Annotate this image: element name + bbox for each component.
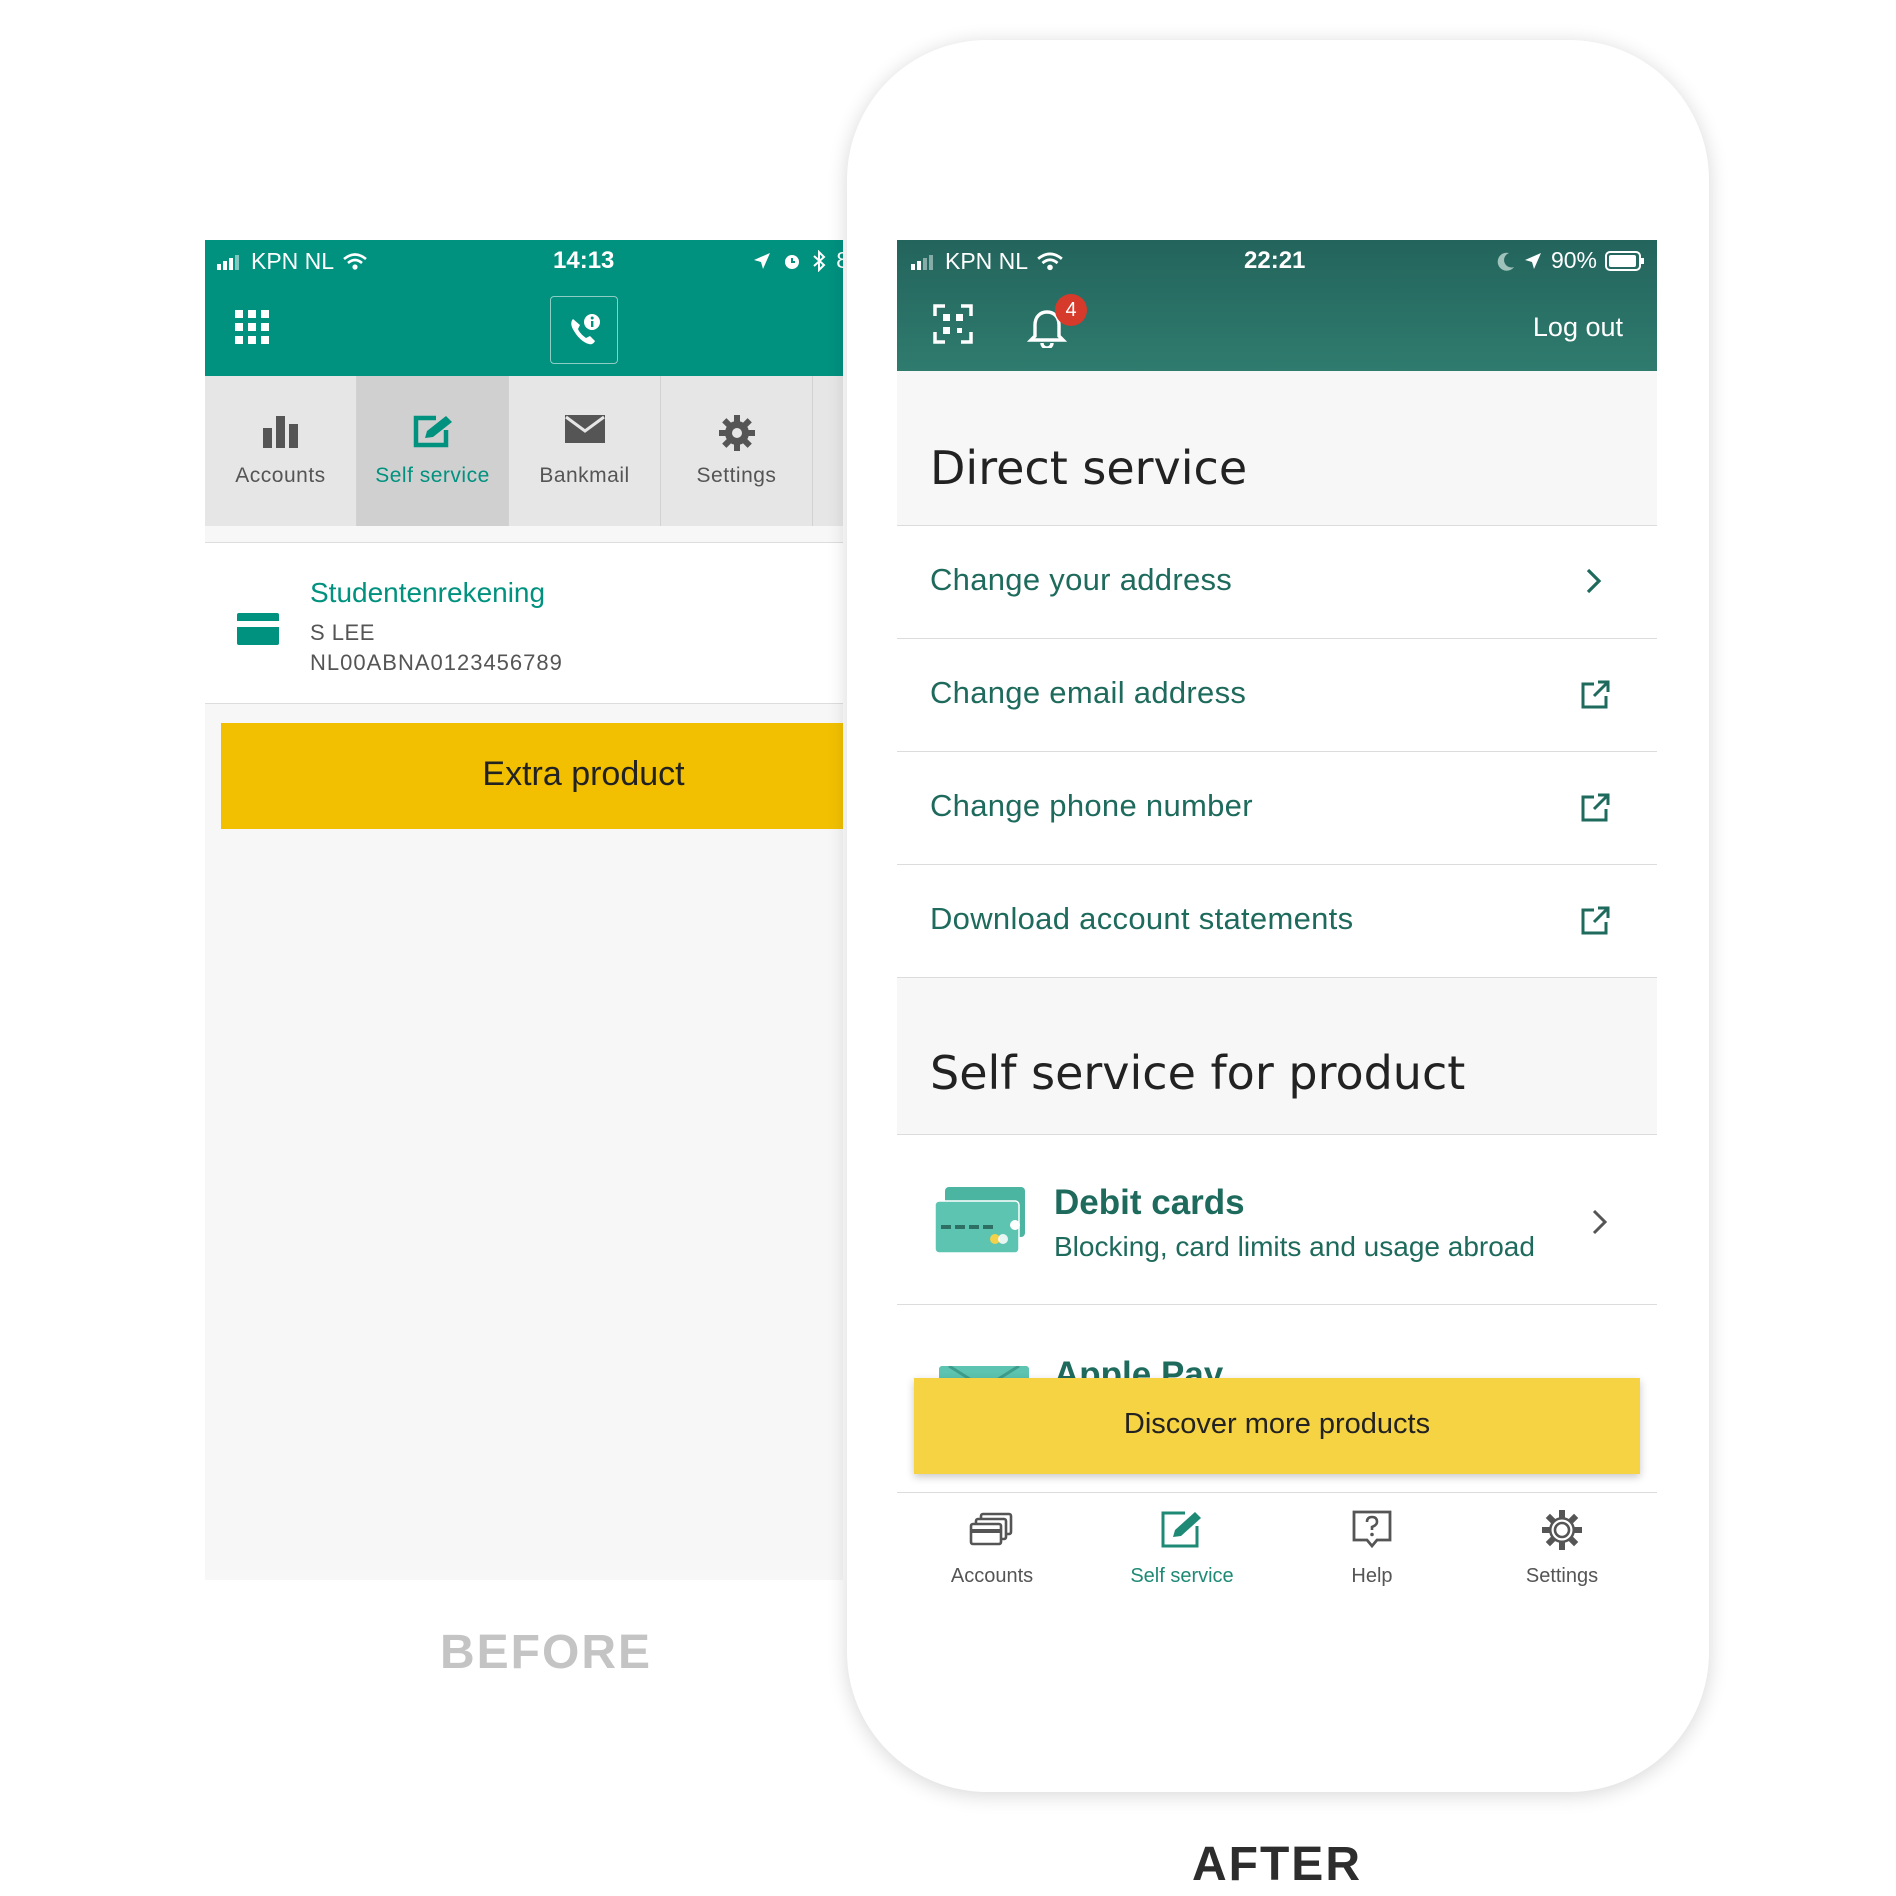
gear-icon bbox=[718, 415, 755, 451]
status-right: 90% bbox=[1497, 247, 1645, 274]
after-screen: KPN NL 22:21 90% 4 Log out Direct servic… bbox=[897, 240, 1657, 1590]
external-link-icon bbox=[1581, 906, 1610, 935]
tab-label: Self service bbox=[375, 464, 490, 487]
cards-icon bbox=[969, 1512, 1013, 1546]
signal-icon bbox=[911, 254, 933, 270]
status-right: 8 bbox=[752, 247, 843, 274]
discover-more-products-button[interactable]: Discover more products bbox=[914, 1378, 1640, 1474]
tab-label: Accounts bbox=[950, 1565, 1034, 1587]
tab-label: Settings bbox=[696, 464, 777, 487]
logout-button[interactable]: Log out bbox=[1533, 312, 1623, 343]
carrier-info: KPN NL bbox=[217, 248, 368, 275]
before-screen: KPN NL 14:13 8 Accounts Self service Ban… bbox=[205, 240, 843, 1580]
tab-label: Help bbox=[1351, 1565, 1393, 1587]
contact-button[interactable] bbox=[550, 296, 618, 364]
download-statements-row[interactable]: Download account statements bbox=[897, 865, 1657, 978]
tab-self-service[interactable]: Self service bbox=[357, 376, 509, 526]
qr-scan-icon[interactable] bbox=[933, 304, 973, 344]
product-title: Debit cards bbox=[1054, 1183, 1245, 1222]
tab-bar: Accounts Self service Bankmail Settings bbox=[205, 376, 843, 526]
tab-help[interactable]: Help bbox=[1277, 1493, 1467, 1590]
tab-label: Self service bbox=[1130, 1565, 1234, 1587]
clock: 14:13 bbox=[553, 247, 615, 274]
tab-settings[interactable]: Settings bbox=[661, 376, 813, 526]
help-icon bbox=[1352, 1510, 1392, 1549]
carrier-info: KPN NL bbox=[911, 248, 1064, 275]
change-phone-row[interactable]: Change phone number bbox=[897, 752, 1657, 865]
wifi-icon bbox=[343, 252, 367, 270]
location-icon bbox=[1524, 252, 1541, 269]
battery-icon bbox=[1605, 250, 1644, 271]
tab-bankmail[interactable]: Bankmail bbox=[509, 376, 661, 526]
section-title: Self service for product bbox=[930, 1046, 1466, 1100]
edit-icon bbox=[1161, 1511, 1201, 1548]
status-bar: KPN NL 22:21 90% bbox=[897, 240, 1657, 280]
gear-icon bbox=[1542, 1510, 1582, 1550]
tab-accounts[interactable]: Accounts bbox=[205, 376, 357, 526]
section-product-service: Self service for product bbox=[897, 978, 1657, 1135]
external-link-icon bbox=[1581, 680, 1610, 709]
tab-settings[interactable]: Settings bbox=[1467, 1493, 1657, 1590]
bluetooth-icon bbox=[813, 249, 826, 272]
location-icon bbox=[754, 252, 771, 269]
external-link-icon bbox=[1581, 793, 1610, 822]
battery-percent: 90% bbox=[1550, 247, 1597, 273]
debit-cards-icon bbox=[934, 1187, 1025, 1254]
wifi-icon bbox=[1037, 252, 1063, 270]
battery-text: 8 bbox=[836, 247, 843, 273]
moon-icon bbox=[1497, 252, 1514, 271]
bottom-tab-bar: Accounts Self service Help Settings bbox=[897, 1492, 1657, 1590]
debit-cards-row[interactable]: Debit cards Blocking, card limits and us… bbox=[897, 1135, 1657, 1305]
account-iban: NL00ABNA0123456789 bbox=[310, 650, 563, 675]
row-label: Change email address bbox=[930, 675, 1247, 710]
extra-product-button[interactable]: Extra product bbox=[221, 723, 843, 829]
tab-label: Settings bbox=[1525, 1565, 1599, 1587]
tab-self-service[interactable]: Self service bbox=[1087, 1493, 1277, 1590]
clock: 22:21 bbox=[1244, 247, 1306, 274]
tab-label: Accounts bbox=[235, 464, 326, 487]
phone-info-icon bbox=[571, 314, 600, 345]
section-title: Direct service bbox=[930, 441, 1248, 495]
button-label: Discover more products bbox=[1123, 1408, 1431, 1440]
menu-grid-icon[interactable] bbox=[235, 310, 269, 344]
chevron-right-icon bbox=[1592, 1209, 1608, 1235]
before-caption: BEFORE bbox=[440, 1626, 653, 1679]
mail-icon bbox=[564, 415, 605, 443]
signal-icon bbox=[217, 254, 239, 270]
card-icon bbox=[237, 613, 279, 645]
carrier-name: KPN NL bbox=[945, 248, 1029, 274]
row-label: Download account statements bbox=[930, 901, 1354, 936]
change-email-row[interactable]: Change email address bbox=[897, 639, 1657, 752]
product-subtitle: Blocking, card limits and usage abroad bbox=[1054, 1231, 1535, 1262]
bar-chart-icon bbox=[262, 416, 298, 448]
section-direct-service: Direct service bbox=[897, 371, 1657, 526]
app-header bbox=[205, 280, 843, 376]
app-header: KPN NL 22:21 90% 4 Log out bbox=[897, 240, 1657, 371]
row-label: Change your address bbox=[930, 562, 1233, 597]
status-bar: KPN NL 14:13 8 bbox=[205, 240, 843, 280]
row-label: Change phone number bbox=[930, 788, 1253, 823]
account-name: Studentenrekening bbox=[310, 577, 546, 608]
change-address-row[interactable]: Change your address bbox=[897, 526, 1657, 639]
after-caption: AFTER bbox=[1192, 1838, 1362, 1891]
chevron-right-icon bbox=[1586, 568, 1602, 594]
button-label: Extra product bbox=[482, 755, 685, 793]
alarm-icon bbox=[785, 254, 800, 269]
account-owner: S LEE bbox=[310, 620, 375, 645]
tab-accounts[interactable]: Accounts bbox=[897, 1493, 1087, 1590]
tab-label: Bankmail bbox=[539, 464, 630, 487]
notification-badge: 4 bbox=[1055, 294, 1087, 326]
account-row[interactable]: Studentenrekening S LEE NL00ABNA01234567… bbox=[205, 542, 843, 704]
carrier-name: KPN NL bbox=[251, 248, 335, 274]
edit-icon bbox=[413, 415, 452, 448]
